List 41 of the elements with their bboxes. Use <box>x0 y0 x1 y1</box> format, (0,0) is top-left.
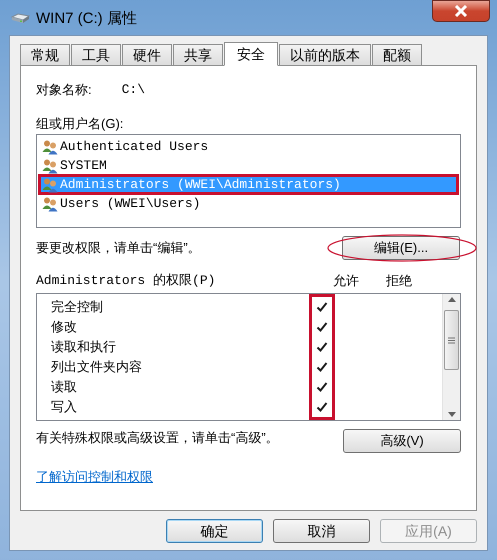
advanced-hint: 有关特殊权限或高级设置，请单击“高级”。 <box>36 429 280 446</box>
help-link[interactable]: 了解访问控制和权限 <box>36 467 153 486</box>
tab[interactable]: 以前的版本 <box>279 44 371 65</box>
object-name-label: 对象名称: <box>36 81 92 100</box>
scroll-up-icon[interactable] <box>448 297 456 302</box>
permission-name: 读取和执行 <box>51 338 117 356</box>
advanced-button[interactable]: 高级(V) <box>343 429 461 453</box>
dialog-button[interactable]: 确定 <box>166 519 263 543</box>
user-group-icon <box>42 176 58 192</box>
tab[interactable]: 硬件 <box>122 44 172 65</box>
permission-name: 读取 <box>51 378 78 396</box>
object-name-value: C:\ <box>122 81 146 100</box>
scrollbar-thumb[interactable] <box>444 310 459 370</box>
permissions-label: Administrators 的权限(P) <box>36 272 216 290</box>
scrollbar[interactable] <box>442 294 460 420</box>
tab[interactable]: 安全 <box>224 42 278 66</box>
grip-icon <box>448 336 455 344</box>
user-group-icon <box>42 158 58 174</box>
dialog-button[interactable]: 取消 <box>273 519 370 543</box>
tab[interactable]: 常规 <box>20 44 70 65</box>
permission-name: 写入 <box>51 398 78 416</box>
edit-hint: 要更改权限，请单击“编辑”。 <box>36 239 201 258</box>
scroll-down-icon[interactable] <box>448 412 456 417</box>
column-header: 允许 <box>332 272 360 290</box>
user-list-item[interactable]: Users (WWEI\Users) <box>38 193 459 214</box>
tab[interactable]: 配额 <box>372 44 422 65</box>
permission-name: 列出文件夹内容 <box>51 358 143 376</box>
permission-name: 完全控制 <box>51 298 104 316</box>
edit-button[interactable]: 编辑(E)... <box>342 236 460 260</box>
user-group-icon <box>42 196 58 212</box>
user-list-item[interactable]: SYSTEM <box>38 155 459 176</box>
close-icon <box>454 5 468 17</box>
close-button[interactable] <box>432 0 490 22</box>
tab[interactable]: 共享 <box>173 44 223 65</box>
user-group-icon <box>42 138 58 154</box>
column-header: 拒绝 <box>385 272 413 290</box>
user-list-item[interactable]: Authenticated Users <box>38 136 459 157</box>
permission-name: 修改 <box>51 318 78 336</box>
tab[interactable]: 工具 <box>71 44 121 65</box>
users-label: 组或用户名(G): <box>36 115 124 132</box>
window-title: WIN7 (C:) 属性 <box>36 9 137 29</box>
